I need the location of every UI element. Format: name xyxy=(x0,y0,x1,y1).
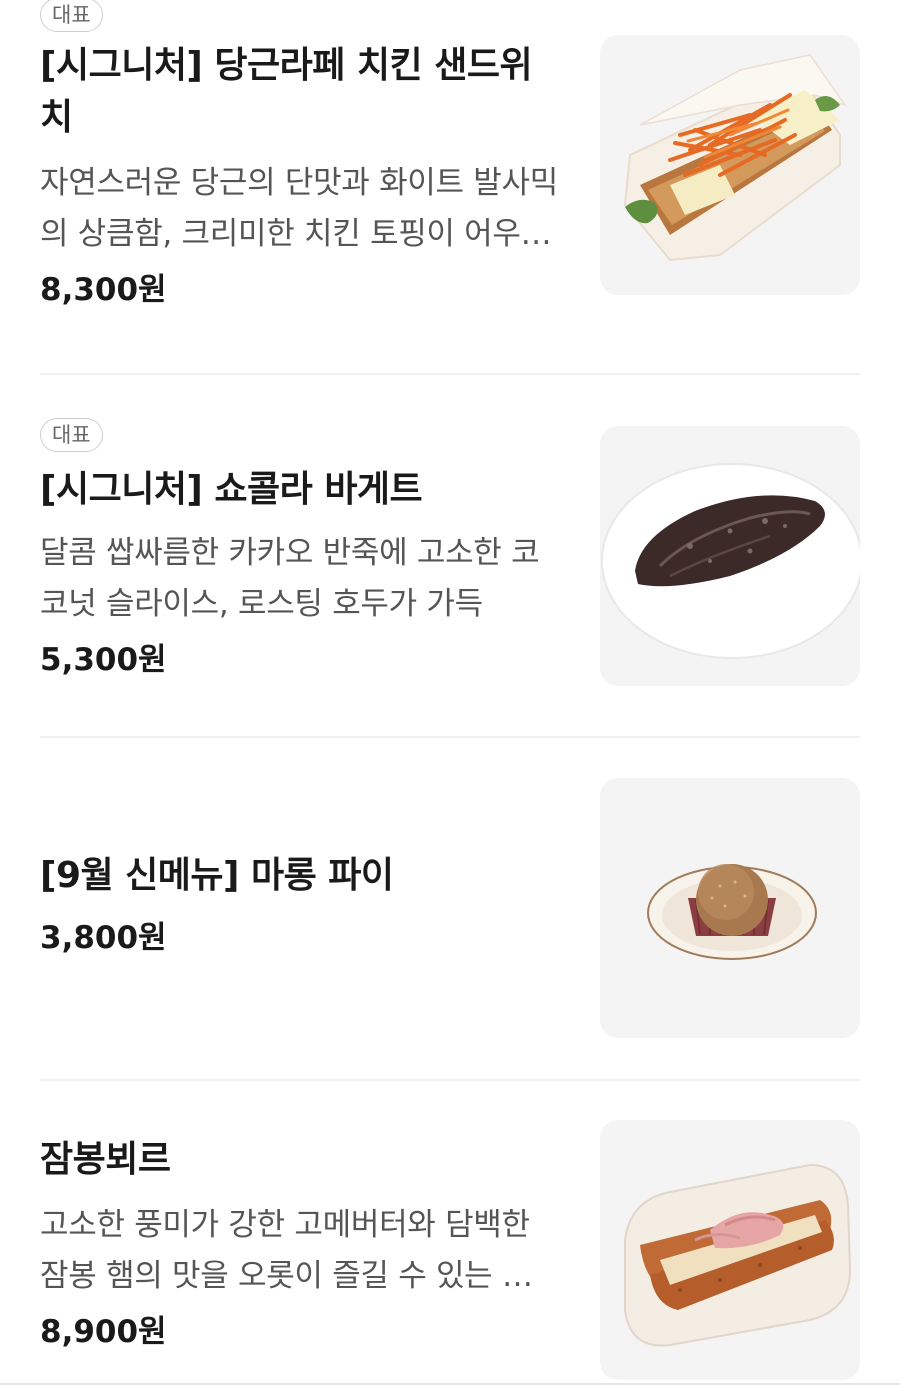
signature-badge: 대표 xyxy=(40,0,103,32)
signature-badge: 대표 xyxy=(40,418,103,452)
menu-item-price: 5,300원 xyxy=(40,642,167,678)
menu-item-description: 고소한 풍미가 강한 고메버터와 담백한 잠봉 햄의 맛을 오롯이 즐길 수 있… xyxy=(40,1207,559,1294)
carrot-chicken-sandwich-image xyxy=(600,35,860,295)
menu-item-title: [9월 신메뉴] 마롱 파이 xyxy=(40,855,394,896)
item-divider xyxy=(40,1079,860,1081)
menu-item-price: 3,800원 xyxy=(40,920,167,956)
menu-item-description: 자연스러운 당근의 단맛과 화이트 발사믹의 상큼함, 크리미한 치킨 토핑이 … xyxy=(40,165,558,252)
menu-item-marron-pie[interactable]: [9월 신메뉴] 마롱 파이 3,800원 xyxy=(40,776,860,1056)
menu-item-description: 달콤 쌉싸름한 카카오 반죽에 고소한 코코넛 슬라이스, 로스팅 호두가 가득 xyxy=(40,535,540,622)
chocolate-baguette-image xyxy=(600,426,860,686)
menu-item-price: 8,900원 xyxy=(40,1314,167,1350)
menu-list: 대표 [시그니처] 당근라페 치킨 샌드위 치 자연스러운 당근의 단맛과 화이… xyxy=(0,0,900,1385)
menu-item-carrot-chicken-sandwich[interactable]: 대표 [시그니처] 당근라페 치킨 샌드위 치 자연스러운 당근의 단맛과 화이… xyxy=(40,0,860,340)
menu-item-title: [시그니처] 당근라페 치킨 샌드위 치 xyxy=(40,45,533,138)
item-divider xyxy=(40,736,860,738)
menu-item-title: 잠봉뵈르 xyxy=(40,1139,171,1180)
menu-item-jambon-beurre[interactable]: 잠봉뵈르 고소한 풍미가 강한 고메버터와 담백한 잠봉 햄의 맛을 오롯이 즐… xyxy=(40,1120,860,1382)
marron-pie-image xyxy=(600,778,860,1038)
jambon-beurre-sandwich-image xyxy=(600,1120,860,1380)
menu-item-price: 8,300원 xyxy=(40,272,167,308)
menu-item-title: [시그니처] 쇼콜라 바게트 xyxy=(40,469,423,510)
item-divider xyxy=(40,373,860,375)
menu-item-chocolate-baguette[interactable]: 대표 [시그니처] 쇼콜라 바게트 달콤 쌉싸름한 카카오 반죽에 고소한 코코… xyxy=(40,414,860,714)
